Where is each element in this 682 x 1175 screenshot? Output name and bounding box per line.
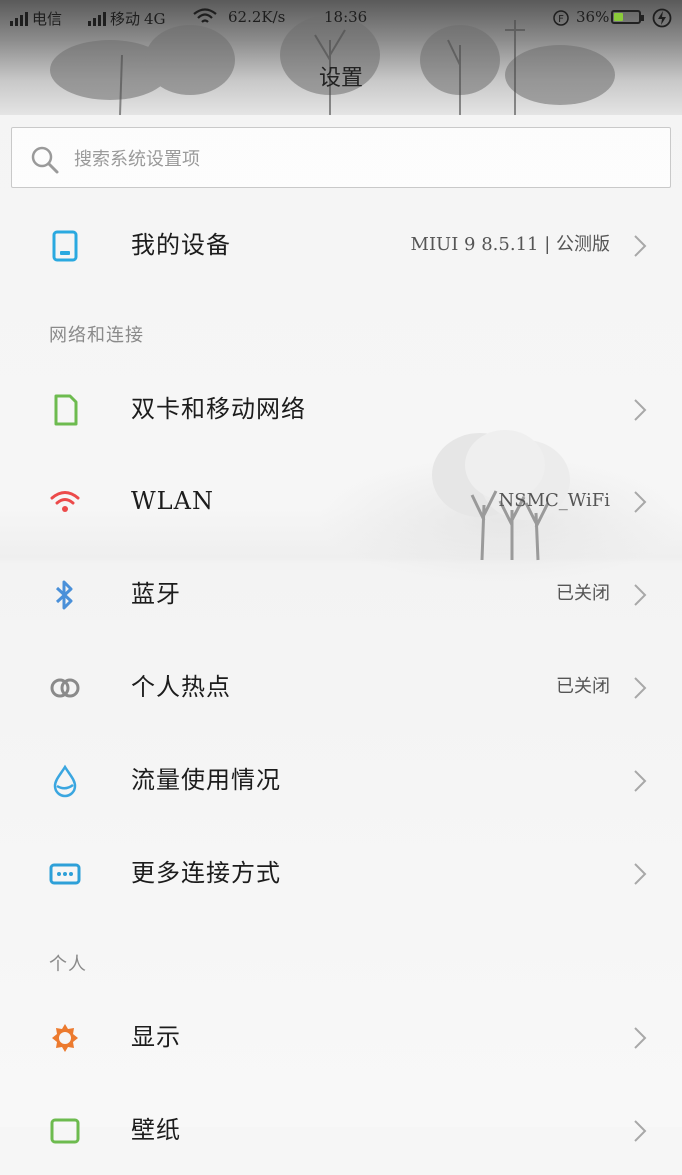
battery-level (614, 13, 623, 21)
battery-icon (611, 10, 644, 24)
clock: 18:36 (324, 8, 368, 26)
status-bar: 电信 移动 4G 62.2K/s 18:36 F 36% (0, 0, 682, 36)
row-label: 蓝牙 (131, 580, 181, 608)
more-connections-icon (49, 863, 81, 885)
miui-version: MIUI 9 8.5.11 | 公测版 (410, 234, 610, 255)
row-my-device[interactable]: 我的设备 MIUI 9 8.5.11 | 公测版 (0, 200, 682, 290)
chevron-right-icon (634, 584, 647, 606)
row-data-usage[interactable]: 流量使用情况 (0, 735, 682, 825)
carrier-1: 电信 (32, 10, 63, 28)
row-hotspot[interactable]: 个人热点 已关闭 (0, 642, 682, 732)
search-icon (31, 146, 59, 174)
chevron-right-icon (634, 491, 647, 513)
row-sim[interactable]: 双卡和移动网络 (0, 364, 682, 454)
sim-card-icon (54, 394, 78, 426)
hotspot-icon (50, 678, 80, 698)
wallpaper-icon (50, 1118, 80, 1144)
row-label: 流量使用情况 (131, 766, 281, 794)
chevron-right-icon (634, 677, 647, 699)
sun-icon (52, 1024, 78, 1052)
phone-icon (52, 230, 78, 262)
row-label: WLAN (131, 487, 214, 515)
chevron-right-icon (634, 863, 647, 885)
charging-icon (652, 8, 672, 28)
wifi-icon (50, 491, 80, 512)
bluetooth-icon (55, 580, 73, 610)
network-type: 4G (144, 9, 166, 28)
search-input[interactable] (72, 142, 636, 176)
row-wlan[interactable]: WLAN NSMC_WiFi (0, 456, 682, 546)
svg-text:F: F (558, 14, 564, 25)
row-more-connections[interactable]: 更多连接方式 (0, 828, 682, 918)
section-personal: 个人 (49, 954, 87, 975)
carrier-2: 移动 (110, 10, 141, 28)
chevron-right-icon (634, 1027, 647, 1049)
wifi-status-icon (193, 8, 217, 23)
row-bluetooth[interactable]: 蓝牙 已关闭 (0, 549, 682, 639)
battery-percent: 36% (576, 8, 610, 26)
page-title: 设置 (318, 66, 363, 91)
chevron-right-icon (634, 399, 647, 421)
power-saving-icon: F (553, 10, 569, 26)
row-label: 壁纸 (131, 1116, 181, 1144)
hotspot-status: 已关闭 (556, 676, 610, 697)
bluetooth-status: 已关闭 (556, 583, 610, 604)
chevron-right-icon (634, 770, 647, 792)
row-label: 我的设备 (131, 231, 231, 259)
signal-group-2: 移动 4G (88, 8, 166, 29)
signal-group-1: 电信 (10, 8, 62, 29)
wifi-name: NSMC_WiFi (498, 490, 610, 511)
row-display[interactable]: 显示 (0, 992, 682, 1082)
chevron-right-icon (634, 1120, 647, 1142)
row-label: 更多连接方式 (131, 859, 281, 887)
signal-icon (10, 11, 28, 26)
row-label: 个人热点 (131, 673, 231, 701)
section-network: 网络和连接 (49, 325, 144, 346)
signal-icon (88, 11, 106, 26)
row-label: 显示 (131, 1023, 181, 1051)
row-label: 双卡和移动网络 (131, 395, 306, 423)
search-box[interactable] (11, 127, 671, 188)
water-drop-icon (53, 764, 77, 798)
chevron-right-icon (634, 235, 647, 257)
row-wallpaper[interactable]: 壁纸 (0, 1085, 682, 1175)
net-speed: 62.2K/s (228, 8, 286, 26)
